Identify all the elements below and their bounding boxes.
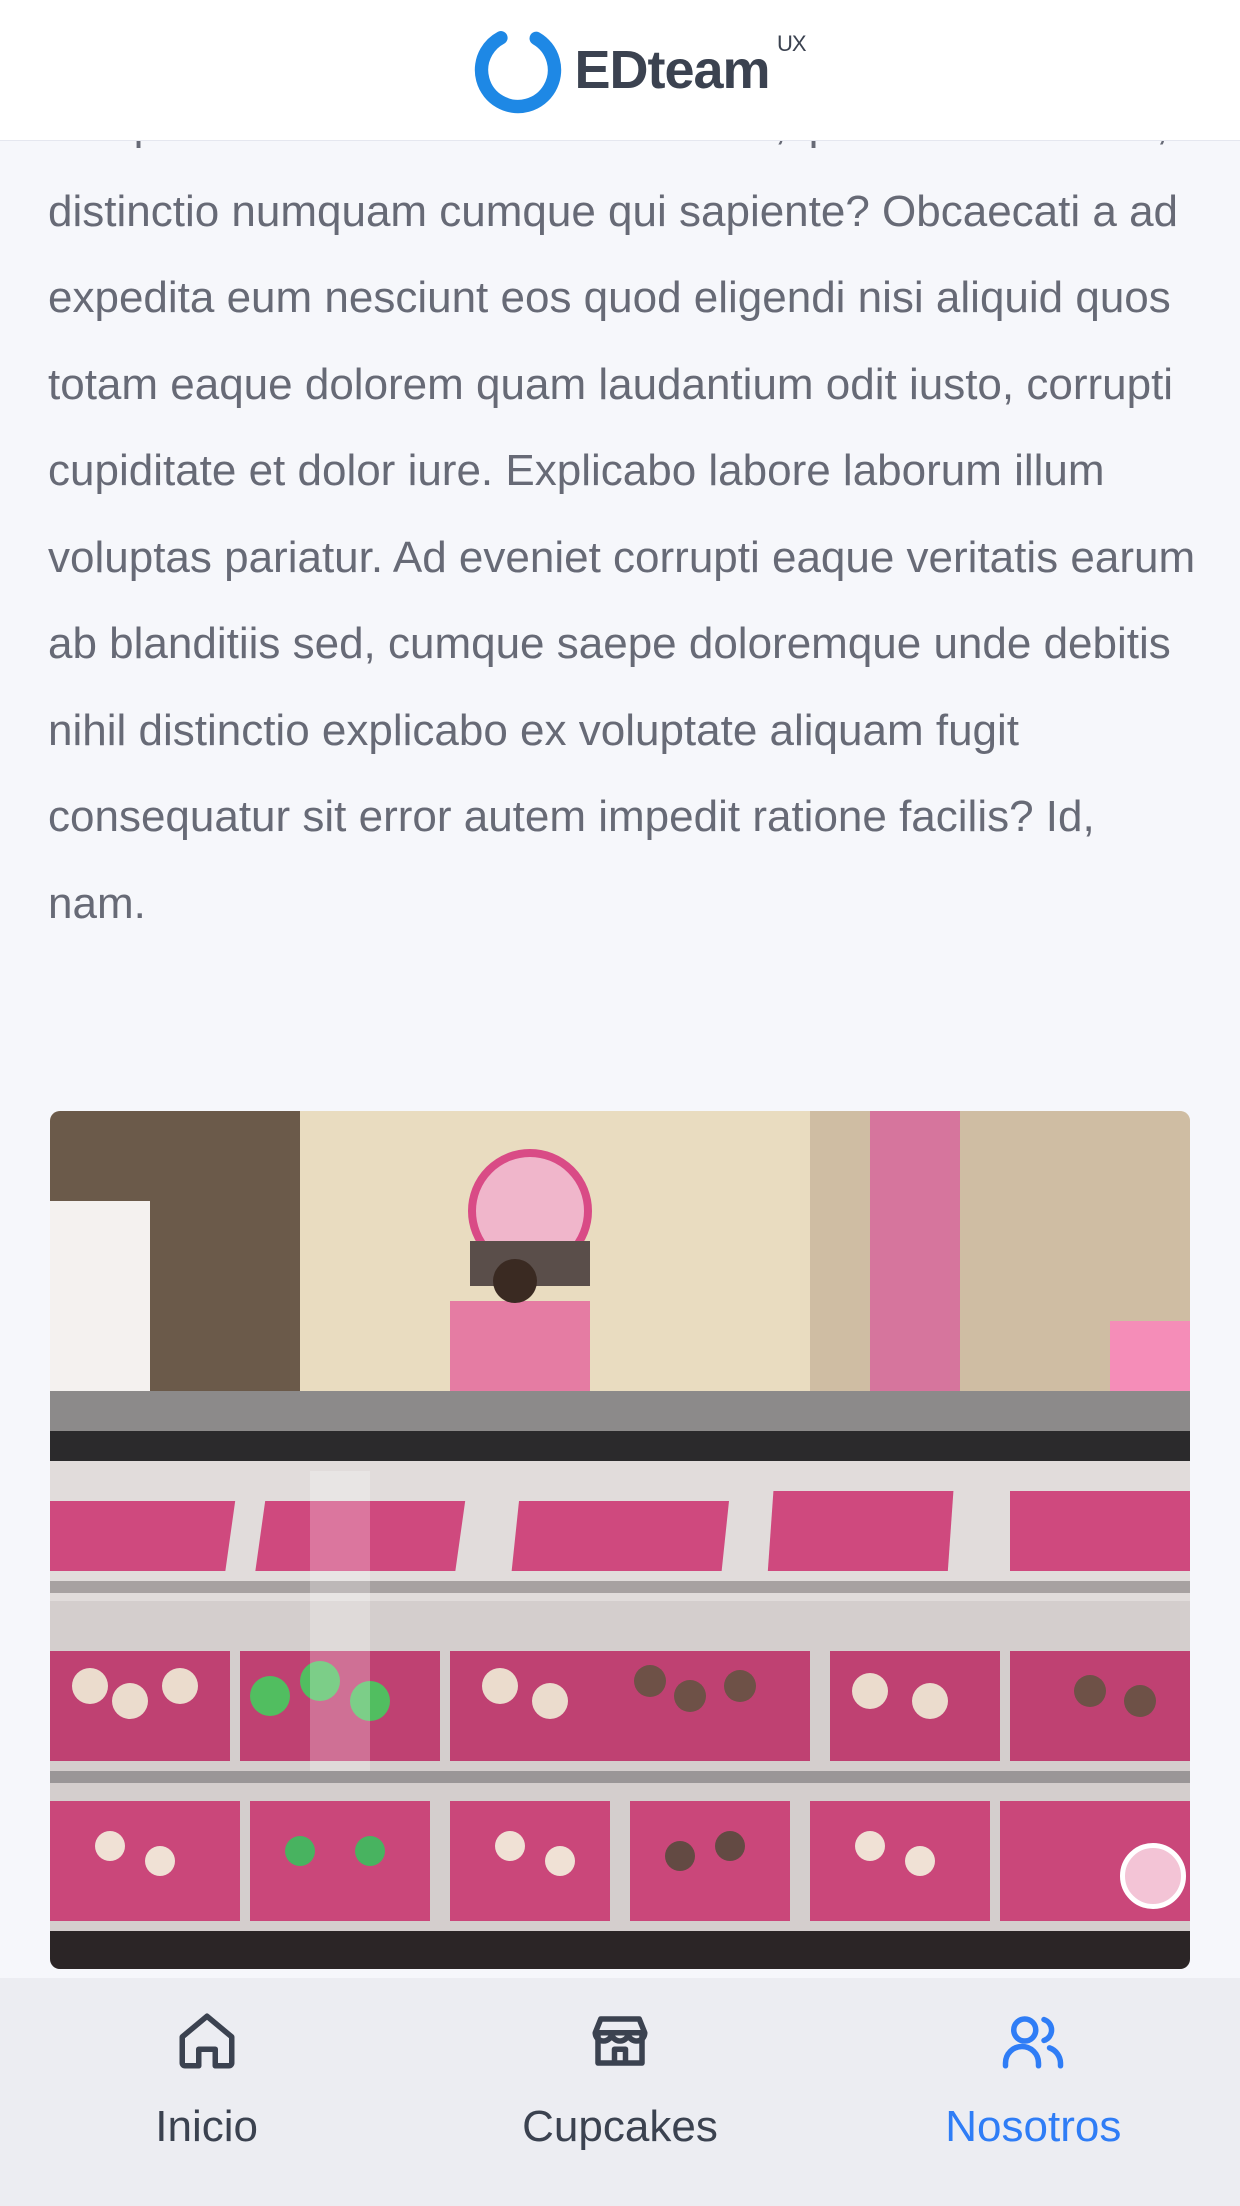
home-icon	[179, 2013, 235, 2069]
nav-item-cupcakes[interactable]: Cupcakes	[413, 1978, 826, 2206]
display-case-illustration	[50, 1111, 1190, 1969]
edteam-logo-icon	[475, 26, 562, 114]
brand-superscript: UX	[776, 31, 807, 56]
edteam-logo[interactable]: EDteam UX	[470, 22, 807, 118]
brand-name: EDteam UX	[574, 31, 806, 100]
cupcake-store-photo	[50, 1111, 1190, 1969]
main-content: Voluptate laudantium eram architecto, ip…	[0, 100, 1240, 1980]
store-watermark	[1120, 1843, 1186, 1909]
cupcake-logo-icon	[1120, 1843, 1186, 1909]
article-paragraph: Voluptate laudantium eram architecto, ip…	[48, 100, 1196, 928]
nav-label-nosotros: Nosotros	[945, 2102, 1122, 2151]
bottom-navigation: Inicio Cupcakes Nosotros	[0, 1978, 1240, 2206]
app-header: EDteam UX	[0, 0, 1240, 141]
nav-item-nosotros[interactable]: Nosotros	[827, 1978, 1240, 2206]
nav-label-inicio: Inicio	[155, 2102, 259, 2151]
nav-item-inicio[interactable]: Inicio	[0, 1978, 413, 2206]
users-icon	[1003, 2016, 1064, 2069]
store-icon	[592, 2016, 648, 2066]
nav-label-cupcakes: Cupcakes	[522, 2102, 718, 2151]
